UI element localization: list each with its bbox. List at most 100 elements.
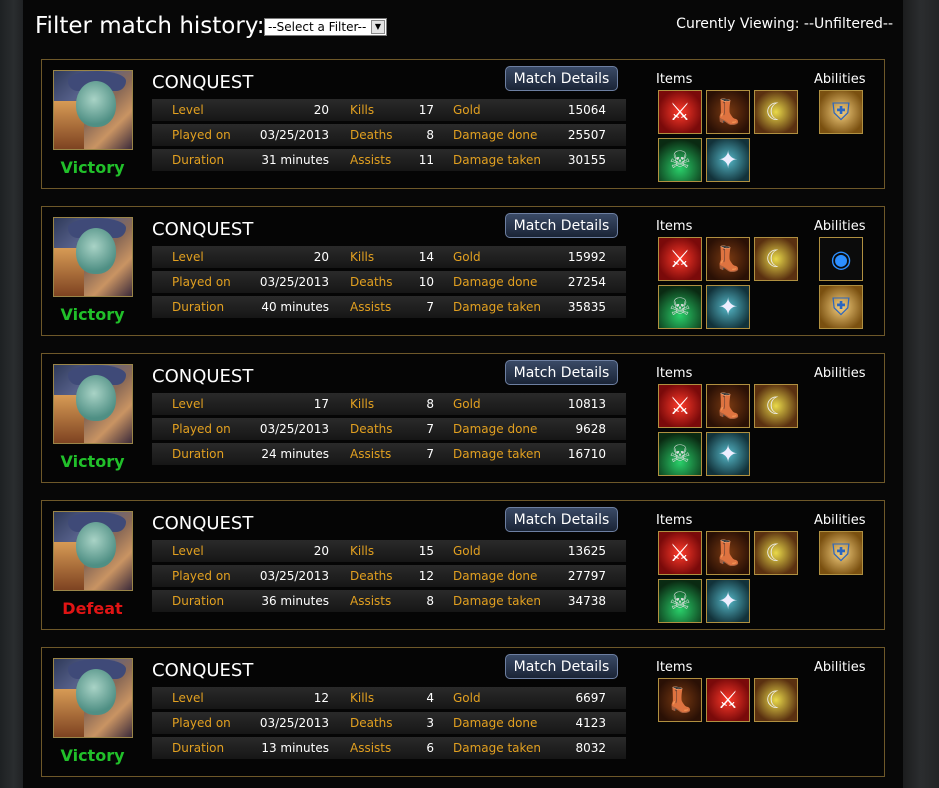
axe-icon[interactable]: ⚔ — [658, 237, 702, 281]
filter-title: Filter match history: — [35, 13, 265, 39]
items-heading: Items — [656, 660, 693, 675]
axe-icon[interactable]: ⚔ — [706, 678, 750, 722]
blade-icon[interactable]: ☾ — [754, 678, 798, 722]
stats-row: Level 20 Kills 15 Gold 13625 — [152, 540, 626, 562]
filter-select[interactable]: --Select a Filter-- ▼ — [264, 18, 387, 36]
gold-label: Gold — [453, 544, 481, 558]
level-label: Level — [172, 397, 204, 411]
match-result: Victory — [60, 746, 125, 765]
level-label: Level — [172, 544, 204, 558]
avatar — [53, 217, 133, 297]
match-details-button[interactable]: Match Details — [505, 66, 618, 91]
played-on-value: 03/25/2013 — [259, 128, 329, 142]
axe-icon[interactable]: ⚔ — [658, 90, 702, 134]
stats-row: Played on 03/25/2013 Deaths 7 Damage done 962… — [152, 418, 626, 440]
assists-label: Assists — [350, 153, 392, 167]
blade-icon[interactable]: ☾ — [754, 237, 798, 281]
stats-row: Duration 31 minutes Assists 11 Damage taken 3… — [152, 149, 626, 171]
items-heading: Items — [656, 72, 693, 87]
gold-value: 13625 — [567, 544, 606, 558]
gold-label: Gold — [453, 250, 481, 264]
damage-done-label: Damage done — [453, 275, 538, 289]
match-result: Defeat — [62, 599, 123, 618]
filter-header: Filter match history: --Select a Filter-… — [23, 0, 903, 56]
deaths-value: 12 — [418, 569, 434, 583]
duration-label: Duration — [172, 300, 225, 314]
assists-value: 8 — [426, 594, 434, 608]
skull-icon[interactable]: ☠ — [658, 138, 702, 182]
level-value: 20 — [313, 544, 329, 558]
stats-row: Played on 03/25/2013 Deaths 8 Damage done 255… — [152, 124, 626, 146]
damage-done-value: 25507 — [567, 128, 606, 142]
skull-icon[interactable]: ☠ — [658, 432, 702, 476]
shield-icon[interactable]: ⛨ — [819, 531, 863, 575]
played-on-label: Played on — [172, 128, 231, 142]
stats-row: Level 20 Kills 17 Gold 15064 — [152, 99, 626, 121]
game-mode: CONQUEST — [152, 366, 254, 387]
gold-value: 10813 — [567, 397, 606, 411]
orb-icon[interactable]: ◉ — [819, 237, 863, 281]
portrait-face — [76, 522, 116, 568]
match-details-button[interactable]: Match Details — [505, 507, 618, 532]
level-value: 20 — [313, 250, 329, 264]
skull-icon[interactable]: ☠ — [658, 579, 702, 623]
kills-label: Kills — [350, 544, 375, 558]
level-label: Level — [172, 250, 204, 264]
axe-icon[interactable]: ⚔ — [658, 531, 702, 575]
duration-label: Duration — [172, 447, 225, 461]
damage-taken-label: Damage taken — [453, 153, 542, 167]
duration-value: 13 minutes — [261, 741, 329, 755]
match-details-button[interactable]: Match Details — [505, 360, 618, 385]
damage-done-label: Damage done — [453, 716, 538, 730]
frost-icon[interactable]: ✦ — [706, 285, 750, 329]
deaths-value: 7 — [426, 422, 434, 436]
match-details-button[interactable]: Match Details — [505, 213, 618, 238]
match-result: Victory — [60, 305, 125, 324]
boots-icon[interactable]: 👢 — [706, 531, 750, 575]
shield-icon[interactable]: ⛨ — [819, 285, 863, 329]
duration-value: 31 minutes — [261, 153, 329, 167]
duration-label: Duration — [172, 594, 225, 608]
level-label: Level — [172, 691, 204, 705]
skull-icon[interactable]: ☠ — [658, 285, 702, 329]
kills-value: 8 — [426, 397, 434, 411]
game-mode: CONQUEST — [152, 219, 254, 240]
blade-icon[interactable]: ☾ — [754, 90, 798, 134]
frost-icon[interactable]: ✦ — [706, 579, 750, 623]
avatar — [53, 70, 133, 150]
deaths-label: Deaths — [350, 422, 393, 436]
stats-row: Duration 24 minutes Assists 7 Damage taken 16… — [152, 443, 626, 465]
blade-icon[interactable]: ☾ — [754, 384, 798, 428]
deaths-label: Deaths — [350, 569, 393, 583]
match-card: Victory CONQUEST Match Details Level 12 Kills… — [41, 647, 885, 777]
level-value: 12 — [313, 691, 329, 705]
gold-value: 15992 — [567, 250, 606, 264]
shield-icon[interactable]: ⛨ — [819, 90, 863, 134]
match-card: Victory CONQUEST Match Details Level 17 Kills… — [41, 353, 885, 483]
match-card: Victory CONQUEST Match Details Level 20 Kills… — [41, 59, 885, 189]
avatar — [53, 658, 133, 738]
boots-icon[interactable]: 👢 — [706, 384, 750, 428]
blade-icon[interactable]: ☾ — [754, 531, 798, 575]
match-details-button[interactable]: Match Details — [505, 654, 618, 679]
axe-icon[interactable]: ⚔ — [658, 384, 702, 428]
assists-label: Assists — [350, 300, 392, 314]
frost-icon[interactable]: ✦ — [706, 432, 750, 476]
chevron-down-icon[interactable]: ▼ — [371, 20, 385, 34]
boots-icon[interactable]: 👢 — [658, 678, 702, 722]
avatar — [53, 511, 133, 591]
boots-icon[interactable]: 👢 — [706, 237, 750, 281]
gold-label: Gold — [453, 103, 481, 117]
stats-row: Played on 03/25/2013 Deaths 12 Damage done 27… — [152, 565, 626, 587]
boots-icon[interactable]: 👢 — [706, 90, 750, 134]
frost-icon[interactable]: ✦ — [706, 138, 750, 182]
played-on-label: Played on — [172, 422, 231, 436]
duration-value: 36 minutes — [261, 594, 329, 608]
damage-taken-value: 34738 — [567, 594, 606, 608]
stats-table: Level 20 Kills 17 Gold 15064 Played on 03/25/20… — [152, 99, 626, 174]
damage-done-value: 9628 — [575, 422, 606, 436]
kills-label: Kills — [350, 397, 375, 411]
kills-label: Kills — [350, 103, 375, 117]
match-card: Defeat CONQUEST Match Details Level 20 Kills 1… — [41, 500, 885, 630]
stats-table: Level 20 Kills 15 Gold 13625 Played on 03/25/20… — [152, 540, 626, 615]
